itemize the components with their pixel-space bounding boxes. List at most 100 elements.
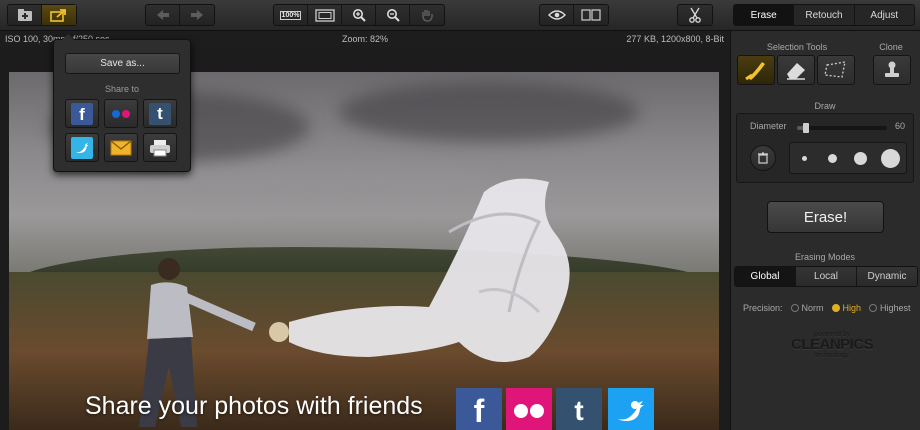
brush-tool-button[interactable] xyxy=(737,55,775,85)
popup-arrow xyxy=(62,34,74,40)
brush-icon xyxy=(745,62,765,81)
email-icon xyxy=(110,139,132,155)
couple-figure xyxy=(269,178,570,362)
hand-icon xyxy=(422,10,433,22)
zoom-out-icon xyxy=(386,9,400,22)
undo-button[interactable] xyxy=(146,5,180,25)
actual-size-button[interactable]: 100% xyxy=(274,5,308,25)
history-group xyxy=(145,4,215,26)
popup-flickr-button[interactable] xyxy=(104,99,138,128)
facebook-icon: f xyxy=(71,102,93,125)
brush-size-picker xyxy=(789,142,907,174)
draw-settings-box: Diameter 60 xyxy=(736,113,914,183)
logo-technology: technology xyxy=(815,352,850,359)
precision-norm-label: Norm xyxy=(801,303,824,313)
clone-stamp-button[interactable] xyxy=(873,55,911,85)
diameter-handle[interactable] xyxy=(803,123,809,133)
popup-print-button[interactable] xyxy=(143,133,177,162)
redo-button[interactable] xyxy=(180,5,214,25)
precision-row: Precision: Norm High Highest xyxy=(743,303,911,313)
hand-button[interactable] xyxy=(410,5,444,25)
precision-label: Precision: xyxy=(743,303,783,313)
compare-icon xyxy=(581,9,601,21)
save-as-button[interactable]: Save as... xyxy=(65,53,180,74)
draw-label: Draw xyxy=(814,101,836,111)
print-icon xyxy=(150,139,170,156)
mode-global[interactable]: Global xyxy=(735,267,796,286)
lasso-icon xyxy=(824,61,846,78)
share-popup: Save as... Share to f t xyxy=(53,34,191,172)
share-icon xyxy=(50,9,66,22)
eraser-icon xyxy=(787,63,805,80)
zoom-in-icon xyxy=(352,9,366,22)
compare-group xyxy=(539,4,609,26)
radio-indicator xyxy=(790,304,799,312)
mode-local[interactable]: Local xyxy=(796,267,857,286)
canvas-tumblr-button[interactable]: t xyxy=(556,388,602,430)
undo-icon xyxy=(156,10,169,20)
facebook-icon: f xyxy=(473,392,485,429)
top-toolbar: 100% Erase Retouch Adjust xyxy=(0,0,920,31)
tab-erase[interactable]: Erase xyxy=(734,5,795,25)
flickr-icon xyxy=(112,109,130,118)
precision-high-label: High xyxy=(842,303,862,313)
brush-size-s[interactable] xyxy=(828,154,837,163)
canvas-facebook-button[interactable]: f xyxy=(456,388,502,430)
popup-tumblr-button[interactable]: t xyxy=(143,99,177,128)
diameter-label: Diameter xyxy=(750,121,787,131)
zoom-in-button[interactable] xyxy=(342,5,376,25)
twitter-icon xyxy=(71,136,93,159)
zoom-out-button[interactable] xyxy=(376,5,410,25)
lasso-tool-button[interactable] xyxy=(817,55,855,85)
popup-facebook-button[interactable]: f xyxy=(65,99,99,128)
mode-dynamic[interactable]: Dynamic xyxy=(857,267,917,286)
logo-name: CLEANPICS xyxy=(791,336,874,353)
brush-size-m[interactable] xyxy=(854,152,867,165)
cloud xyxy=(339,82,639,142)
add-image-button[interactable] xyxy=(8,5,42,25)
popup-email-button[interactable] xyxy=(104,133,138,162)
tumblr-icon: t xyxy=(149,102,171,125)
selection-tools-label: Selection Tools xyxy=(766,42,828,52)
actual-size-icon: 100% xyxy=(279,10,302,20)
radio-indicator xyxy=(831,304,840,312)
scissors-button[interactable] xyxy=(678,5,712,25)
share-button[interactable] xyxy=(42,5,76,25)
erase-button[interactable]: Erase! xyxy=(767,201,884,233)
fit-screen-button[interactable] xyxy=(308,5,342,25)
canvas-twitter-button[interactable] xyxy=(608,388,654,430)
popup-twitter-button[interactable] xyxy=(65,133,99,162)
brush-size-l[interactable] xyxy=(881,149,900,168)
trash-icon xyxy=(758,152,768,164)
file-info: 277 KB, 1200x800, 8-Bit xyxy=(626,34,724,44)
preview-icon xyxy=(547,10,566,20)
precision-highest-label: Highest xyxy=(880,303,911,313)
erasing-modes-label: Erasing Modes xyxy=(794,252,856,262)
mode-tabs: Erase Retouch Adjust xyxy=(733,4,915,26)
add-image-icon xyxy=(17,9,32,21)
precision-highest[interactable]: Highest xyxy=(869,303,911,313)
cut-group xyxy=(677,4,713,26)
compare-button[interactable] xyxy=(574,5,608,25)
precision-norm[interactable]: Norm xyxy=(790,303,824,313)
scissors-icon xyxy=(689,7,701,23)
precision-high[interactable]: High xyxy=(831,303,862,313)
diameter-value: 60 xyxy=(894,121,905,131)
eraser-tool-button[interactable] xyxy=(777,55,815,85)
redo-icon xyxy=(191,10,203,20)
canvas-flickr-button[interactable] xyxy=(506,388,552,430)
right-panel: Selection Tools Clone Draw Diameter 60 E… xyxy=(730,31,920,430)
cleanpics-logo: powered by CLEANPICS technology xyxy=(791,331,874,359)
brush-size-xs[interactable] xyxy=(802,156,807,161)
preview-button[interactable] xyxy=(540,5,574,25)
tab-retouch[interactable]: Retouch xyxy=(794,5,855,25)
tab-adjust[interactable]: Adjust xyxy=(855,5,914,25)
diameter-slider[interactable] xyxy=(797,123,887,133)
share-caption: Share your photos with friends xyxy=(85,392,423,420)
clear-brush-button[interactable] xyxy=(750,145,776,171)
radio-indicator xyxy=(869,304,878,312)
share-to-label: Share to xyxy=(104,84,140,94)
zoom-readout: Zoom: 82% xyxy=(342,34,389,44)
view-group: 100% xyxy=(273,4,445,26)
fit-screen-icon xyxy=(314,8,335,22)
